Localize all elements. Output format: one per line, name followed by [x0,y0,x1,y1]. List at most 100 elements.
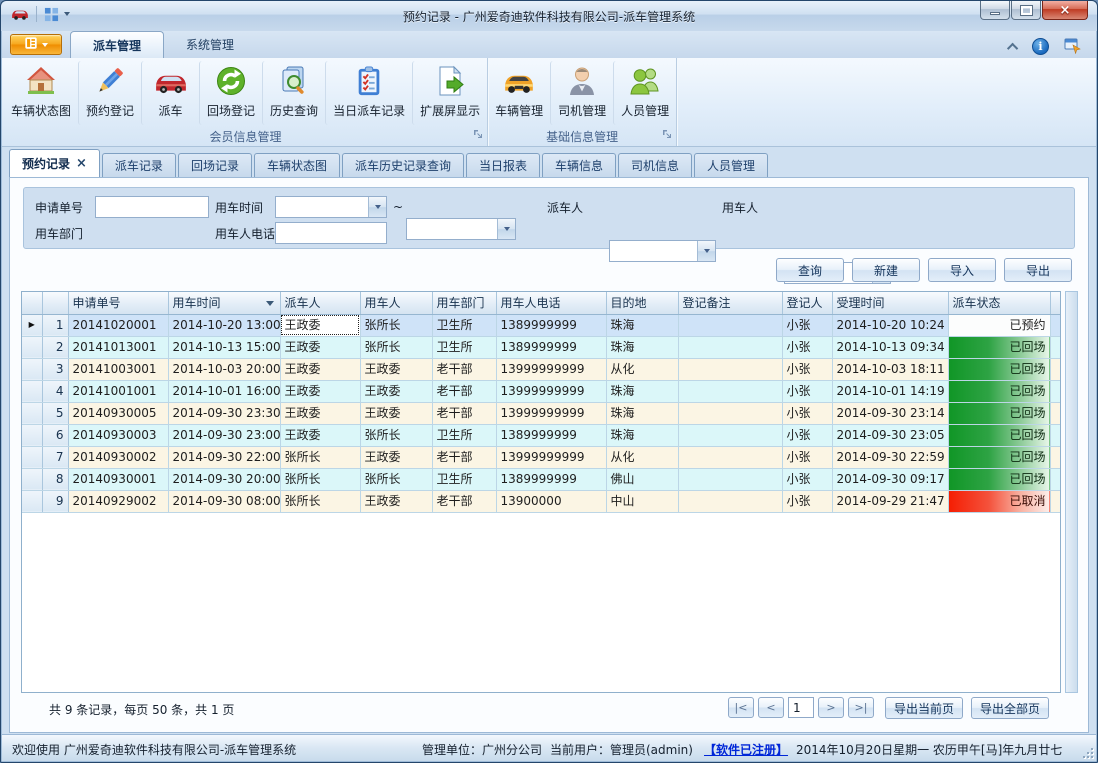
cell-accept_time[interactable]: 2014-10-20 10:24 [832,314,948,336]
chevron-down-icon[interactable] [697,241,715,261]
action-button-新建[interactable]: 新建 [852,258,920,282]
cell-use_time[interactable]: 2014-09-30 23:30 [168,402,280,424]
cell-dispatcher[interactable]: 王政委 [280,336,360,358]
cell-remark[interactable] [678,380,782,402]
cell-destination[interactable]: 从化 [606,358,678,380]
maximize-button[interactable] [1011,1,1041,20]
column-header-派车状态[interactable]: 派车状态 [948,292,1050,314]
cell-accept_time[interactable]: 2014-09-30 23:05 [832,424,948,446]
sort-desc-icon[interactable] [266,301,274,306]
cell-dispatcher[interactable]: 王政委 [280,402,360,424]
cell-dept[interactable]: 老干部 [432,446,496,468]
export-current-page-button[interactable]: 导出当前页 [885,697,963,719]
cell-destination[interactable]: 珠海 [606,424,678,446]
page-number-input[interactable] [788,697,814,718]
cell-order_no[interactable]: 20140930003 [68,424,168,446]
cell-destination[interactable]: 中山 [606,490,678,512]
ribbon-button-当日派车记录[interactable]: 当日派车记录 [325,61,412,125]
cell-registrar[interactable]: 小张 [782,402,832,424]
chevron-down-icon[interactable] [368,197,386,217]
cell-remark[interactable] [678,358,782,380]
cell-destination[interactable]: 珠海 [606,380,678,402]
cell-phone[interactable]: 1389999999 [496,424,606,446]
cell-registrar[interactable]: 小张 [782,424,832,446]
prev-page-button[interactable]: < [758,697,784,718]
cell-remark[interactable] [678,424,782,446]
column-header-用车人电话[interactable]: 用车人电话 [496,292,606,314]
cell-dept[interactable]: 老干部 [432,380,496,402]
table-row-9[interactable]: 9201409290022014-09-30 08:00张所长王政委老干部139… [22,490,1060,512]
info-icon[interactable]: i [1032,38,1049,55]
cell-use_time[interactable]: 2014-09-30 20:00 [168,468,280,490]
column-header-受理时间[interactable]: 受理时间 [832,292,948,314]
cell-user[interactable]: 王政委 [360,490,432,512]
doc-tab-派车记录[interactable]: 派车记录 [102,153,176,177]
dispatcher-combo[interactable] [609,240,716,262]
column-header-派车人[interactable]: 派车人 [280,292,360,314]
cell-registrar[interactable]: 小张 [782,446,832,468]
cell-use_time[interactable]: 2014-09-30 22:00 [168,446,280,468]
cell-user[interactable]: 王政委 [360,402,432,424]
column-header-登记人[interactable]: 登记人 [782,292,832,314]
cell-order_no[interactable]: 20141001001 [68,380,168,402]
cell-remark[interactable] [678,314,782,336]
doc-tab-派车历史记录查询[interactable]: 派车历史记录查询 [342,153,464,177]
cell-accept_time[interactable]: 2014-10-13 09:34 [832,336,948,358]
cell-use_time[interactable]: 2014-10-13 15:00 [168,336,280,358]
cell-dept[interactable]: 卫生所 [432,468,496,490]
use-time-to-combo[interactable] [406,218,516,240]
cell-order_no[interactable]: 20140930005 [68,402,168,424]
cell-registrar[interactable]: 小张 [782,490,832,512]
doc-tab-当日报表[interactable]: 当日报表 [466,153,540,177]
skin-icon[interactable] [1063,36,1082,57]
cell-order_no[interactable]: 20141003001 [68,358,168,380]
ribbon-button-人员管理[interactable]: 人员管理 [613,61,676,125]
cell-remark[interactable] [678,336,782,358]
cell-remark[interactable] [678,468,782,490]
column-header-用车时间[interactable]: 用车时间 [168,292,280,314]
cell-user[interactable]: 张所长 [360,336,432,358]
cell-dept[interactable]: 老干部 [432,358,496,380]
ribbon-button-司机管理[interactable]: 司机管理 [550,61,613,125]
cell-order_no[interactable]: 20140930002 [68,446,168,468]
cell-accept_time[interactable]: 2014-10-03 18:11 [832,358,948,380]
cell-remark[interactable] [678,446,782,468]
ribbon-button-历史查询[interactable]: 历史查询 [262,61,325,125]
cell-phone[interactable]: 13900000 [496,490,606,512]
cell-use_time[interactable]: 2014-10-01 16:00 [168,380,280,402]
table-row-5[interactable]: 5201409300052014-09-30 23:30王政委王政委老干部139… [22,402,1060,424]
cell-dept[interactable]: 老干部 [432,402,496,424]
table-row-1[interactable]: ▶1201410200012014-10-20 13:00王政委张所长卫生所13… [22,314,1060,336]
cell-user[interactable]: 王政委 [360,446,432,468]
cell-use_time[interactable]: 2014-09-30 23:00 [168,424,280,446]
cell-order_no[interactable]: 20140929002 [68,490,168,512]
cell-phone[interactable]: 1389999999 [496,314,606,336]
ribbon-tab-2[interactable]: 系统管理 [164,31,256,58]
action-button-导出[interactable]: 导出 [1004,258,1072,282]
chevron-down-icon[interactable] [497,219,515,239]
cell-dispatcher[interactable]: 张所长 [280,490,360,512]
focused-cell[interactable]: 王政委 [280,314,360,336]
cell-destination[interactable]: 珠海 [606,402,678,424]
cell-phone[interactable]: 13999999999 [496,380,606,402]
cell-phone[interactable]: 13999999999 [496,402,606,424]
ribbon-button-派车[interactable]: 派车 [141,61,199,125]
ribbon-tab-1[interactable]: 派车管理 [70,31,164,58]
close-tab-icon[interactable]: × [76,158,87,170]
cell-user[interactable]: 张所长 [360,468,432,490]
table-row-6[interactable]: 6201409300032014-09-30 23:00王政委张所长卫生所138… [22,424,1060,446]
cell-user[interactable]: 王政委 [360,358,432,380]
cell-dispatcher[interactable]: 王政委 [280,358,360,380]
phone-input[interactable] [275,222,387,244]
table-row-4[interactable]: 4201410010012014-10-01 16:00王政委王政委老干部139… [22,380,1060,402]
column-header-用车人[interactable]: 用车人 [360,292,432,314]
first-page-button[interactable]: |< [728,697,754,718]
cell-dept[interactable]: 卫生所 [432,336,496,358]
cell-dept[interactable]: 卫生所 [432,314,496,336]
cell-order_no[interactable]: 20141013001 [68,336,168,358]
cell-use_time[interactable]: 2014-10-20 13:00 [168,314,280,336]
close-button[interactable]: × [1042,1,1088,20]
cell-phone[interactable]: 13999999999 [496,358,606,380]
cell-user[interactable]: 王政委 [360,380,432,402]
doc-tab-人员管理[interactable]: 人员管理 [694,153,768,177]
